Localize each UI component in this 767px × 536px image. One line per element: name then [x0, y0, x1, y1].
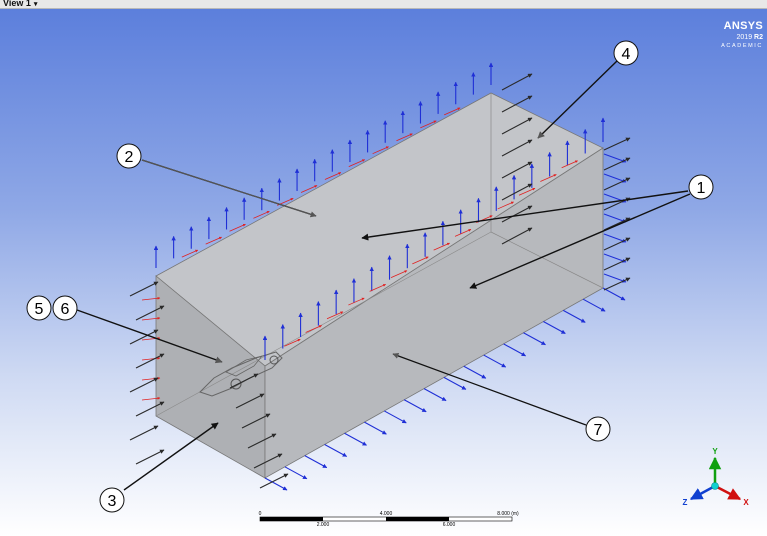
callout-3: 3: [99, 487, 125, 513]
normal-arrow: [562, 309, 586, 323]
outflow-arrow: [501, 73, 533, 91]
normal-arrow: [423, 388, 447, 402]
normal-arrow: [284, 466, 308, 480]
scale-label-0: 0: [259, 511, 262, 517]
scale-bar: 0 4.000 8.000 (m) 2.000 6.000: [259, 511, 519, 528]
scale-label-4000: 4.000: [380, 511, 393, 517]
callout-1: 1: [688, 174, 714, 200]
normal-arrow: [582, 298, 606, 312]
outflow-arrow: [603, 257, 631, 271]
outflow-arrow: [603, 217, 631, 231]
graphics-viewport[interactable]: 1 2 3 4 5 6 7 0 4.000 8.000 (m) 2.000 6.…: [0, 9, 767, 536]
logo-edition: ACADEMIC: [721, 43, 763, 49]
scale-label-2000: 2.000: [317, 522, 330, 528]
outflow-arrow: [129, 425, 159, 441]
normal-arrow: [364, 421, 387, 435]
normal-arrow: [503, 343, 526, 357]
normal-arrow: [543, 321, 566, 335]
callout-2-label: 2: [125, 149, 134, 166]
normal-arrow: [304, 455, 328, 469]
triad-y-label: Y: [712, 447, 718, 456]
callout-7-label: 7: [594, 422, 603, 439]
coordinate-triad[interactable]: Y X Z: [683, 447, 750, 507]
normal-arrow: [344, 432, 367, 446]
outflow-arrow: [129, 281, 159, 297]
view-title-bar: View 1 ▾: [0, 0, 767, 9]
normal-arrow: [602, 287, 626, 301]
normal-arrow: [463, 365, 487, 379]
outflow-arrow: [135, 449, 165, 465]
normal-arrow: [403, 399, 427, 413]
callout-5-label: 5: [35, 301, 44, 318]
callout-6: 6: [52, 295, 78, 321]
outflow-arrow: [603, 277, 631, 291]
triad-x-label: X: [743, 498, 749, 507]
callout-3-label: 3: [108, 493, 117, 510]
callout-4-label: 4: [622, 46, 631, 63]
normal-arrow: [384, 410, 407, 424]
logo-version: 2019: [736, 34, 753, 41]
normal-arrow: [483, 354, 507, 368]
outflow-arrow: [603, 157, 631, 171]
callout-4: 4: [613, 40, 639, 66]
model-scene[interactable]: 1 2 3 4 5 6 7 0 4.000 8.000 (m) 2.000 6.…: [0, 9, 767, 536]
callout-5: 5: [26, 295, 52, 321]
normal-arrow: [324, 443, 348, 457]
scale-label-8000: 8.000 (m): [497, 511, 519, 517]
triad-z-label: Z: [683, 498, 688, 507]
scale-label-6000: 6.000: [443, 522, 456, 528]
view-title: View 1: [3, 0, 31, 8]
outflow-arrow: [603, 237, 631, 251]
outflow-arrow: [603, 177, 631, 191]
normal-arrow: [523, 332, 546, 346]
chevron-down-icon[interactable]: ▾: [34, 1, 38, 8]
callout-2: 2: [116, 143, 142, 169]
logo-name: ANSYS: [723, 20, 763, 32]
ansys-logo: ANSYS 2019 R2 ACADEMIC: [721, 21, 763, 50]
outflow-arrow: [603, 137, 631, 151]
view-tab[interactable]: View 1 ▾: [3, 0, 37, 8]
callout-1-label: 1: [697, 180, 706, 197]
callout-7: 7: [585, 416, 611, 442]
logo-release: R2: [754, 34, 763, 41]
callout-6-label: 6: [61, 301, 70, 318]
